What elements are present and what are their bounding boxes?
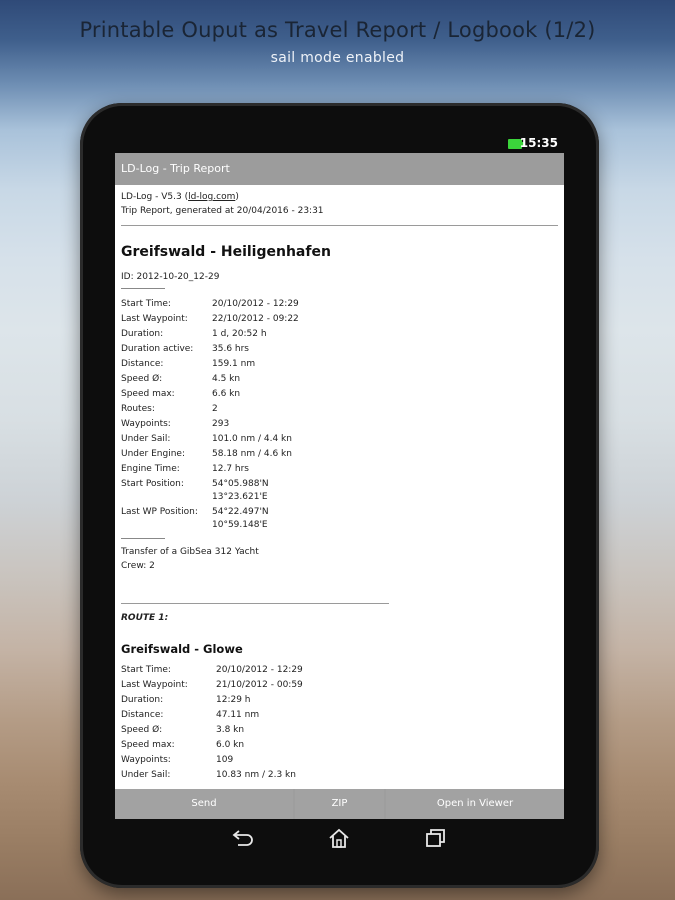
stat-label: Last Waypoint: (121, 314, 188, 324)
stat-value: 12.7 hrs (212, 464, 249, 474)
banner-title: Printable Ouput as Travel Report / Logbo… (79, 18, 596, 42)
recent-apps-icon[interactable] (423, 828, 447, 848)
stat-value: 54°22.497'N (212, 507, 269, 517)
stat-row: Under Sail: 10.83 nm / 2.3 kn (121, 770, 541, 785)
trip-note: Transfer of a GibSea 312 Yacht (121, 547, 259, 557)
stat-value: 58.18 nm / 4.6 kn (212, 449, 292, 459)
zip-button[interactable]: ZIP (295, 789, 384, 819)
version-prefix: LD-Log - V5.3 ( (121, 192, 189, 202)
report-content[interactable]: LD-Log - V5.3 (ld-log.com) Trip Report, … (115, 185, 564, 788)
route-title: Greifswald - Glowe (121, 642, 243, 656)
trip-title: Greifswald - Heiligenhafen (121, 244, 331, 260)
send-button[interactable]: Send (115, 789, 293, 819)
open-in-viewer-button[interactable]: Open in Viewer (386, 789, 564, 819)
stat-row: Under Sail: 101.0 nm / 4.4 kn (121, 434, 541, 449)
banner-subtitle: sail mode enabled (270, 50, 405, 66)
stat-row: Under Engine: 58.18 nm / 4.6 kn (121, 449, 541, 464)
stat-row: Distance: 47.11 nm (121, 710, 541, 725)
header-divider (121, 225, 558, 226)
stat-label: Engine Time: (121, 464, 180, 474)
stat-value: 12:29 h (216, 695, 251, 705)
stat-label: Speed Ø: (121, 374, 163, 384)
stat-row: Start Time: 20/10/2012 - 12:29 (121, 665, 541, 680)
stat-row: Waypoints: 109 (121, 755, 541, 770)
stat-value: 159.1 nm (212, 359, 256, 369)
stat-row: Distance: 159.1 nm (121, 359, 541, 374)
stat-value: 20/10/2012 - 12:29 (212, 299, 299, 309)
android-nav-bar (115, 822, 564, 854)
stat-value-second-line: 13°23.621'E (212, 492, 268, 502)
stat-value: 54°05.988'N (212, 479, 269, 489)
stat-label: Distance: (121, 359, 164, 369)
stat-row: Last Waypoint: 22/10/2012 - 09:22 (121, 314, 541, 329)
stat-row: Duration active: 35.6 hrs (121, 344, 541, 359)
stat-row: Speed max: 6.6 kn (121, 389, 541, 404)
status-time: 15:35 (519, 136, 558, 150)
stat-label: Speed Ø: (121, 725, 163, 735)
stat-row: Speed Ø: 3.8 kn (121, 725, 541, 740)
stat-row: Speed Ø: 4.5 kn (121, 374, 541, 389)
stat-value: 6.0 kn (216, 740, 245, 750)
stat-label: Under Sail: (121, 770, 171, 780)
id-divider (121, 288, 165, 289)
stat-label: Under Sail: (121, 434, 171, 444)
stat-label: Under Engine: (121, 449, 185, 459)
stat-value-second-line: 10°59.148'E (212, 520, 268, 530)
stat-row: Speed max: 6.0 kn (121, 740, 541, 755)
stat-value: 47.11 nm (216, 710, 260, 720)
stat-row: Last Waypoint: 21/10/2012 - 00:59 (121, 680, 541, 695)
back-icon[interactable] (231, 828, 255, 848)
stat-row: Start Position: 54°05.988'N 13°23.621'E (121, 479, 541, 502)
stat-row: Duration: 12:29 h (121, 695, 541, 710)
stat-row: Waypoints: 293 (121, 419, 541, 434)
stat-value: 6.6 kn (212, 389, 241, 399)
stat-label: Waypoints: (121, 419, 171, 429)
stat-row: Duration: 1 d, 20:52 h (121, 329, 541, 344)
stat-value: 101.0 nm / 4.4 kn (212, 434, 292, 444)
route-divider (121, 603, 389, 604)
stat-label: Speed max: (121, 740, 175, 750)
stat-row: Engine Time: 12.7 hrs (121, 464, 541, 479)
stat-value: 1 d, 20:52 h (212, 329, 267, 339)
stat-label: Duration active: (121, 344, 194, 354)
stat-value: 21/10/2012 - 00:59 (216, 680, 303, 690)
stat-value: 4.5 kn (212, 374, 241, 384)
stat-value: 35.6 hrs (212, 344, 249, 354)
generated-line: Trip Report, generated at 20/04/2016 - 2… (121, 206, 324, 216)
stat-label: Waypoints: (121, 755, 171, 765)
stat-label: Distance: (121, 710, 164, 720)
stat-value: 109 (216, 755, 234, 765)
route-label: ROUTE 1: (121, 613, 169, 623)
version-suffix: ) (235, 192, 239, 202)
stat-label: Speed max: (121, 389, 175, 399)
app-screen: LD-Log - Trip Report LD-Log - V5.3 (ld-l… (115, 153, 564, 819)
stat-value: 3.8 kn (216, 725, 245, 735)
stat-label: Start Time: (121, 299, 171, 309)
crew-count: Crew: 2 (121, 561, 155, 571)
version-line: LD-Log - V5.3 (ld-log.com) (121, 192, 239, 202)
stats-divider (121, 538, 165, 539)
website-link[interactable]: ld-log.com (188, 192, 235, 202)
stat-label: Start Time: (121, 665, 171, 675)
trip-id: ID: 2012-10-20_12-29 (121, 272, 220, 282)
stat-value: 2 (212, 404, 218, 414)
stat-label: Duration: (121, 329, 164, 339)
stat-row: Last WP Position: 54°22.497'N 10°59.148'E (121, 507, 541, 530)
stat-label: Last Waypoint: (121, 680, 188, 690)
stat-value: 10.83 nm / 2.3 kn (216, 770, 296, 780)
stat-value: 22/10/2012 - 09:22 (212, 314, 299, 324)
status-bar: 15:35 (115, 135, 564, 153)
button-bar: Send ZIP Open in Viewer (115, 789, 564, 819)
stat-row: Routes: 2 (121, 404, 541, 419)
stat-row: Start Time: 20/10/2012 - 12:29 (121, 299, 541, 314)
home-icon[interactable] (327, 828, 351, 848)
stat-label: Duration: (121, 695, 164, 705)
stat-label: Start Position: (121, 479, 184, 489)
stat-label: Last WP Position: (121, 507, 198, 517)
stat-value: 20/10/2012 - 12:29 (216, 665, 303, 675)
stat-label: Routes: (121, 404, 155, 414)
stat-value: 293 (212, 419, 230, 429)
app-bar-title: LD-Log - Trip Report (115, 153, 564, 185)
